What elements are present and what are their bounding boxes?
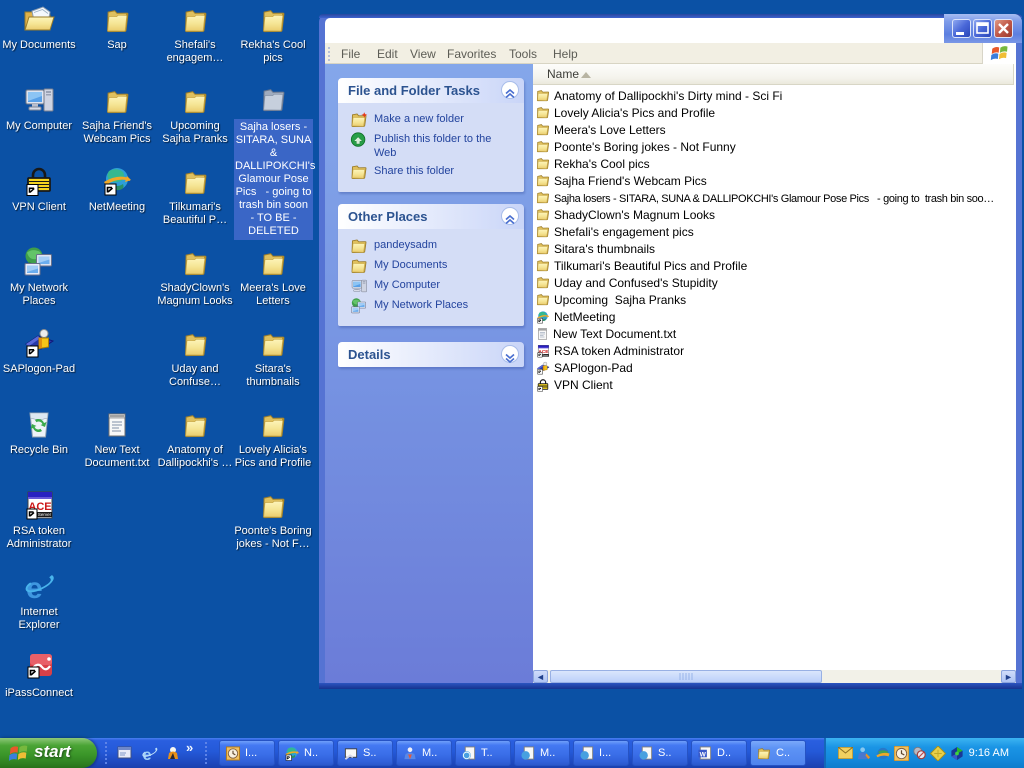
svg-text:e: e — [143, 747, 152, 762]
svg-text:W: W — [700, 751, 707, 758]
